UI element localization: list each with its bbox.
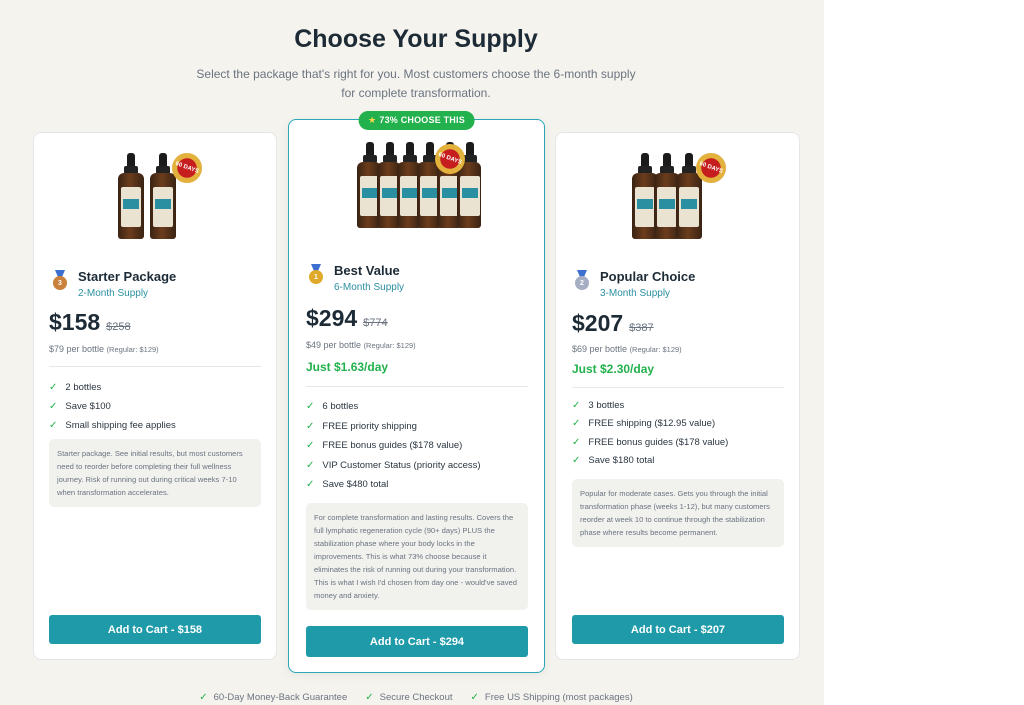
check-icon: ✓ <box>306 459 315 471</box>
popular-badge: ★ 73% CHOOSE THIS <box>358 111 475 130</box>
check-icon: ✓ <box>365 692 374 703</box>
silver-medal-icon: 2 <box>574 270 590 290</box>
check-icon: ✓ <box>470 692 479 703</box>
regular-price: (Regular: $129) <box>363 341 416 350</box>
check-icon: ✓ <box>306 420 315 432</box>
list-item: ✓ 6 bottles <box>306 401 359 413</box>
guarantee-item: ✓ Free US Shipping (most packages) <box>470 692 633 703</box>
check-icon: ✓ <box>572 455 581 467</box>
product-image-2-bottles: 60 DAYS <box>110 148 207 253</box>
plan-supply: 2-Month Supply <box>78 288 149 299</box>
check-icon: ✓ <box>49 382 58 393</box>
list-item: ✓ VIP Customer Status (priority access) <box>306 459 481 471</box>
check-icon: ✓ <box>306 401 315 413</box>
check-icon: ✓ <box>49 420 58 431</box>
list-item: ✓ Save $100 <box>49 401 111 412</box>
check-icon: ✓ <box>572 399 581 411</box>
list-item: ✓ FREE priority shipping <box>306 420 417 432</box>
per-bottle-price: $69 per bottle <box>572 344 628 354</box>
divider <box>572 387 784 388</box>
list-item: ✓ Small shipping fee applies <box>49 420 176 431</box>
check-icon: ✓ <box>572 436 581 448</box>
plan-supply: 3-Month Supply <box>600 288 671 299</box>
check-icon: ✓ <box>49 401 58 412</box>
guarantee-item: ✓ 60-Day Money-Back Guarantee <box>199 692 348 703</box>
plan-card-popular-choice: 60 DAYS 2 Popular Choice 3-Month Supply … <box>555 132 800 660</box>
feature-list: ✓ 3 bottles ✓ FREE shipping ($12.95 value)… <box>572 396 728 470</box>
plan-old-price: $258 <box>106 321 131 333</box>
check-icon: ✓ <box>306 440 315 452</box>
list-item: ✓ Save $180 total <box>572 455 655 467</box>
page-background: Choose Your Supply Select the package th… <box>0 0 824 705</box>
add-to-cart-button[interactable]: Add to Cart - $294 <box>306 626 528 657</box>
divider <box>306 386 528 387</box>
plan-supply: 6-Month Supply <box>334 282 405 293</box>
plan-name: Popular Choice <box>600 269 696 284</box>
per-day-price: Just $2.30/day <box>572 362 655 376</box>
feature-list: ✓ 6 bottles ✓ FREE priority shipping ✓ FREE… <box>306 397 481 495</box>
gold-medal-icon: 1 <box>308 264 324 284</box>
regular-price: (Regular: $129) <box>106 345 159 354</box>
plan-old-price: $387 <box>629 322 654 334</box>
plan-price: $158 <box>49 309 101 335</box>
plan-price: $207 <box>572 310 624 336</box>
plan-card-best-value: ★ 73% CHOOSE THIS 60 DAYS 1 Best Value 6-… <box>288 111 545 673</box>
check-icon: ✓ <box>199 692 208 703</box>
plan-price: $294 <box>306 305 358 331</box>
add-to-cart-button[interactable]: Add to Cart - $207 <box>572 615 784 644</box>
list-item: ✓ FREE shipping ($12.95 value) <box>572 418 716 430</box>
regular-price: (Regular: $129) <box>629 345 682 354</box>
page-subtitle: Select the package that's right for you.… <box>196 67 636 100</box>
bronze-medal-icon: 3 <box>52 270 68 290</box>
page-title: Choose Your Supply <box>294 25 538 53</box>
star-icon: ★ <box>368 115 377 125</box>
check-icon: ✓ <box>572 418 581 430</box>
plan-description: For complete transformation and lasting … <box>306 503 528 610</box>
product-image-3-bottles: 60 DAYS <box>628 148 730 255</box>
per-day-price: Just $1.63/day <box>306 360 389 374</box>
guarantee-item: ✓ Secure Checkout <box>365 692 453 703</box>
plan-old-price: $774 <box>363 317 388 329</box>
plan-card-starter: 60 DAYS 3 Starter Package 2-Month Supply… <box>33 132 277 660</box>
feature-list: ✓ 2 bottles ✓ Save $100 ✓ Small shipping fe… <box>49 378 176 435</box>
plan-name: Best Value <box>334 263 400 278</box>
per-bottle-price: $49 per bottle <box>306 340 362 350</box>
list-item: ✓ 3 bottles <box>572 399 625 411</box>
divider <box>49 366 261 367</box>
list-item: ✓ FREE bonus guides ($178 value) <box>572 436 729 448</box>
check-icon: ✓ <box>306 479 315 491</box>
list-item: ✓ Save $480 total <box>306 479 389 491</box>
plan-name: Starter Package <box>78 269 177 284</box>
plan-description: Starter package. See initial results, bu… <box>49 439 261 507</box>
product-image-6-bottles: 60 DAYS <box>356 138 481 248</box>
per-bottle-price: $79 per bottle <box>49 344 105 354</box>
list-item: ✓ 2 bottles <box>49 382 102 393</box>
list-item: ✓ FREE bonus guides ($178 value) <box>306 440 463 452</box>
plan-description: Popular for moderate cases. Gets you thr… <box>572 479 784 547</box>
add-to-cart-button[interactable]: Add to Cart - $158 <box>49 615 261 644</box>
guarantee-bar: ✓ 60-Day Money-Back Guarantee ✓ Secure Che… <box>0 692 832 703</box>
